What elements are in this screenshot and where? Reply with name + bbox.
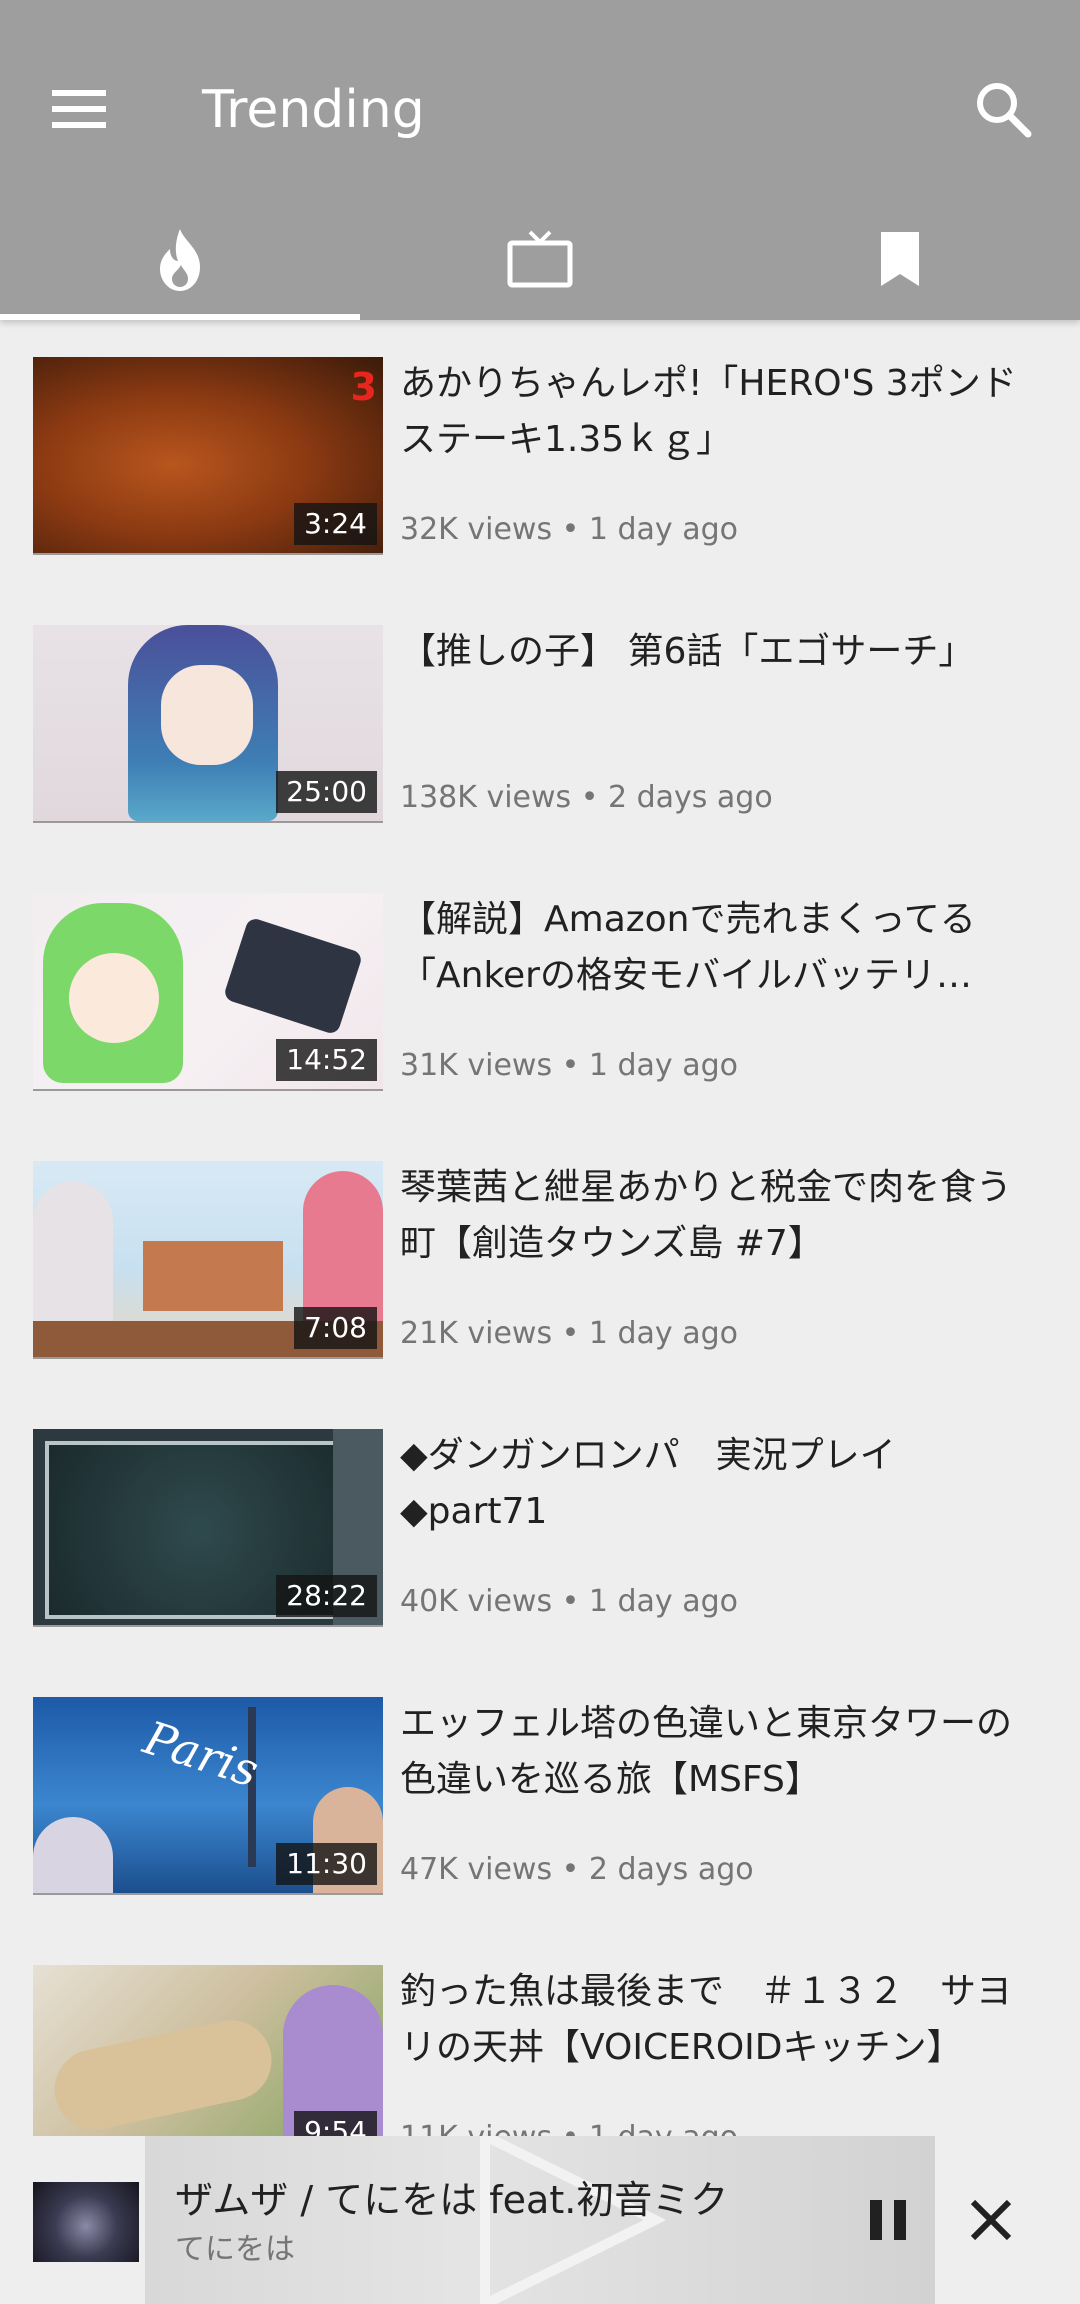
tab-subscriptions[interactable] <box>360 200 720 320</box>
video-title: 【解説】Amazonで売れまくってる「Ankerの格安モバイルバッテリ… <box>400 899 976 996</box>
video-thumbnail[interactable]: 14:52 <box>33 893 383 1091</box>
mini-player-thumbnail[interactable] <box>33 2182 139 2262</box>
search-button[interactable] <box>964 70 1044 150</box>
video-meta: 21K views • 1 day ago <box>400 1316 738 1351</box>
bookmark-icon <box>881 232 919 286</box>
video-title: 琴葉茜と紲星あかりと税金で肉を食う町【創造タウンズ島 #7】 <box>400 1167 1013 1264</box>
page-title: Trending <box>202 80 425 140</box>
video-title: 【推しの子】 第6話「エゴサーチ」 <box>400 631 975 672</box>
fire-icon <box>160 229 200 291</box>
video-meta: 32K views • 1 day ago <box>400 512 738 547</box>
video-item[interactable]: 25:00 【推しの子】 第6話「エゴサーチ」 138K views • 2 d… <box>0 590 1080 858</box>
tab-bookmarks[interactable] <box>720 200 1080 320</box>
tab-bar <box>0 200 1080 320</box>
video-meta: 40K views • 1 day ago <box>400 1584 738 1619</box>
video-meta: 31K views • 1 day ago <box>400 1048 738 1083</box>
menu-icon <box>52 90 106 128</box>
video-title: あかりちゃんレポ!「HERO'S 3ポンドステーキ1.35ｋｇ」 <box>400 363 1017 460</box>
video-title: ◆ダンガンロンパ 実況プレイ◆part71 <box>400 1435 896 1532</box>
video-thumbnail[interactable]: 7:08 <box>33 1161 383 1359</box>
close-button[interactable] <box>955 2184 1027 2256</box>
video-item[interactable]: 7:08 琴葉茜と紲星あかりと税金で肉を食う町【創造タウンズ島 #7】 21K … <box>0 1126 1080 1394</box>
video-duration: 3:24 <box>294 503 377 545</box>
close-icon <box>970 2199 1012 2241</box>
video-list: 3 3:24 あかりちゃんレポ!「HERO'S 3ポンドステーキ1.35ｋｇ」 … <box>0 322 1080 2198</box>
video-title: エッフェル塔の色違いと東京タワーの色違いを巡る旅【MSFS】 <box>400 1703 1013 1800</box>
video-item[interactable]: 14:52 【解説】Amazonで売れまくってる「Ankerの格安モバイルバッテ… <box>0 858 1080 1126</box>
video-meta: 138K views • 2 days ago <box>400 780 773 815</box>
video-duration: 25:00 <box>276 771 377 813</box>
video-duration: 28:22 <box>276 1575 377 1617</box>
pause-button[interactable] <box>852 2184 924 2256</box>
video-duration: 11:30 <box>276 1843 377 1885</box>
menu-button[interactable] <box>44 74 114 144</box>
mini-player[interactable]: ザムザ / てにをは feat.初音ミク てにをは <box>0 2136 1080 2304</box>
video-thumbnail[interactable]: Paris 11:30 <box>33 1697 383 1895</box>
app-screen: Trending 3 3:24 あかりちゃんレポ!「HERO'S 3ポンドステー… <box>0 0 1080 2304</box>
video-item[interactable]: 3 3:24 あかりちゃんレポ!「HERO'S 3ポンドステーキ1.35ｋｇ」 … <box>0 322 1080 590</box>
video-item[interactable]: Paris 11:30 エッフェル塔の色違いと東京タワーの色違いを巡る旅【MSF… <box>0 1662 1080 1930</box>
tv-icon <box>507 230 573 288</box>
search-icon <box>977 83 1032 138</box>
video-item[interactable]: 28:22 ◆ダンガンロンパ 実況プレイ◆part71 40K views • … <box>0 1394 1080 1662</box>
video-title: 釣った魚は最後まで ＃１３２ サヨリの天丼【VOICEROIDキッチン】 <box>400 1971 1013 2068</box>
pause-icon <box>870 2200 906 2240</box>
video-duration: 14:52 <box>276 1039 377 1081</box>
video-thumbnail[interactable]: 28:22 <box>33 1429 383 1627</box>
mini-player-artist: てにをは <box>175 2232 295 2267</box>
app-bar: Trending <box>0 0 1080 320</box>
video-duration: 7:08 <box>294 1307 377 1349</box>
video-meta: 47K views • 2 days ago <box>400 1852 754 1887</box>
mini-player-title: ザムザ / てにをは feat.初音ミク <box>175 2178 729 2222</box>
tab-trending[interactable] <box>0 200 360 320</box>
video-thumbnail[interactable]: 25:00 <box>33 625 383 823</box>
video-thumbnail[interactable]: 3 3:24 <box>33 357 383 555</box>
video-thumbnail[interactable]: 9:54 <box>33 1965 383 2163</box>
